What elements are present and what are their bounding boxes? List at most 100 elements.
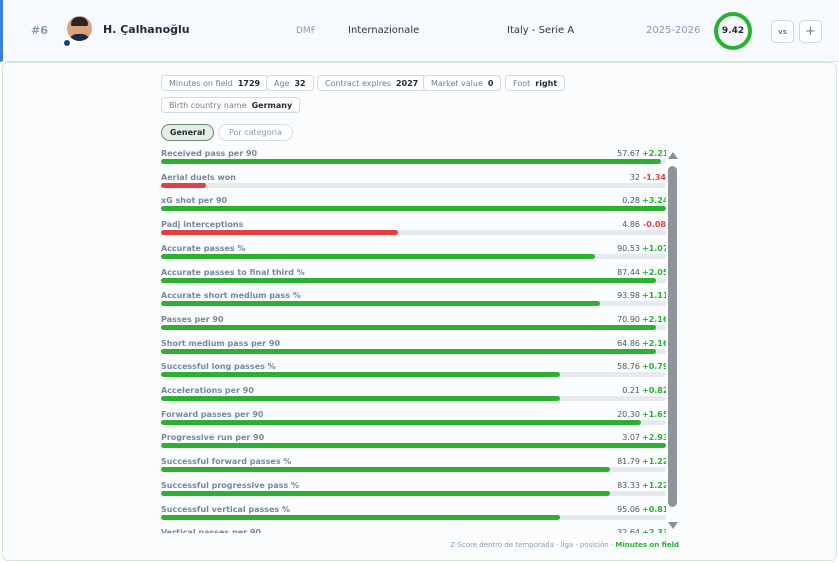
stat-value: 32 xyxy=(629,172,640,182)
rating-badge: 9.42 xyxy=(714,12,752,50)
stat-value: 57.67 xyxy=(617,149,640,158)
rank-label: #6 xyxy=(31,24,48,37)
chip-value: 0 xyxy=(487,78,494,88)
stat-value: 83.33 xyxy=(617,480,640,490)
stat-bar-fill xyxy=(161,159,661,164)
stat-zscore: -0.08 xyxy=(642,220,666,230)
player-position: DMF xyxy=(296,26,316,36)
stat-bar-fill xyxy=(161,419,641,425)
stat-bar-track xyxy=(161,159,666,164)
player-header-row[interactable]: #6 H. Çalhanoğlu DMF Internazionale Ital… xyxy=(0,0,839,62)
stat-row: Accurate passes % 90.53 +1.07 xyxy=(161,244,666,268)
chip-value: 2027 xyxy=(395,78,419,88)
stat-zscore: +2.16 xyxy=(642,314,666,324)
chip-label: Minutes on field xyxy=(169,78,233,88)
chip-label: Birth country name xyxy=(169,100,247,110)
stat-bar-track xyxy=(161,253,666,259)
stat-value: 64.86 xyxy=(617,338,640,348)
chip-label: Market value xyxy=(431,78,483,88)
stat-label: Short medium pass per 90 xyxy=(161,338,281,348)
player-team: Internazionale xyxy=(348,25,420,36)
stat-bar-track xyxy=(161,443,666,449)
stat-label: Padj interceptions xyxy=(161,220,244,230)
stat-zscore: +1.07 xyxy=(642,243,666,253)
tab-por-categoria[interactable]: Por categoria xyxy=(218,124,293,141)
stat-value: 0.28 xyxy=(622,196,640,206)
stat-value: 32.64 xyxy=(617,528,640,533)
tab-general[interactable]: General xyxy=(161,124,214,141)
chip-value: Germany xyxy=(251,100,293,110)
stat-value: 58.76 xyxy=(617,362,640,372)
stat-value: 87.44 xyxy=(617,267,640,277)
scroll-down-arrow-icon[interactable] xyxy=(668,522,678,529)
stat-label: Aerial duels won xyxy=(161,172,236,182)
stat-zscore: +2.93 xyxy=(642,433,666,443)
stat-bar-track xyxy=(161,514,666,520)
stat-row: Forward passes per 90 20.30 +1.65 xyxy=(161,410,666,434)
stat-bar-track xyxy=(161,277,666,283)
stat-bar-fill xyxy=(161,490,611,496)
stat-bar-fill xyxy=(161,467,611,473)
stat-bar-fill xyxy=(161,230,399,236)
compare-vs-button[interactable]: vs xyxy=(771,20,794,43)
stat-label: xG shot per 90 xyxy=(161,196,228,206)
stat-row: Received pass per 90 57.67 +2.21 xyxy=(161,149,666,173)
chip-value: 1729 xyxy=(237,78,261,88)
stat-bar-fill xyxy=(161,443,666,449)
scroll-up-arrow-icon[interactable] xyxy=(668,152,678,159)
stat-bar-track xyxy=(161,206,666,212)
stat-value: 90.53 xyxy=(617,243,640,253)
player-season: 2025-2026 xyxy=(646,25,701,36)
stat-label: Vertical passes per 90 xyxy=(161,528,261,533)
stat-row: Accurate passes to final third % 87.44 +2.… xyxy=(161,268,666,292)
chip-birth-country: Birth country name Germany xyxy=(161,97,301,113)
stat-bar-track xyxy=(161,230,666,236)
stat-bar-track xyxy=(161,396,666,401)
stat-bar-fill xyxy=(161,372,560,378)
stat-bar-track xyxy=(161,301,666,307)
stat-zscore: +0.79 xyxy=(642,362,666,372)
stat-bar-track xyxy=(161,419,666,425)
footnote-text: Z-Score dentro de temporada · liga · pos… xyxy=(450,541,616,549)
chip-age: Age 32 xyxy=(266,75,314,91)
stat-value: 0.21 xyxy=(622,386,640,395)
stat-value: 4.86 xyxy=(622,220,640,230)
stat-value: 3.07 xyxy=(622,433,640,443)
stat-bar-fill xyxy=(161,277,656,283)
stat-bar-fill xyxy=(161,182,207,188)
stat-row: xG shot per 90 0.28 +3.24 xyxy=(161,196,666,220)
add-player-button[interactable]: + xyxy=(799,20,822,43)
chip-contract: Contract expires 2027 xyxy=(317,75,427,91)
scrollbar-thumb[interactable] xyxy=(668,166,677,507)
club-badge-icon xyxy=(62,38,72,48)
stat-row: Accelerations per 90 0.21 +0.82 xyxy=(161,386,666,410)
chip-foot: Foot right xyxy=(505,75,566,91)
stat-label: Successful forward passes % xyxy=(161,457,292,467)
chip-label: Contract expires xyxy=(325,78,391,88)
stat-zscore: +0.82 xyxy=(642,386,666,395)
stat-value: 70.90 xyxy=(617,314,640,324)
player-league: Italy - Serie A xyxy=(507,25,575,36)
stat-zscore: +0.81 xyxy=(642,504,666,514)
stat-label: Successful progressive pass % xyxy=(161,480,299,490)
stat-value: 81.79 xyxy=(617,457,640,467)
stat-zscore: +2.05 xyxy=(642,267,666,277)
stat-bar-fill xyxy=(161,253,596,259)
stat-zscore: +2.21 xyxy=(642,149,666,158)
stat-label: Successful long passes % xyxy=(161,362,276,372)
stat-row: Progressive run per 90 3.07 +2.93 xyxy=(161,433,666,457)
stat-label: Successful vertical passes % xyxy=(161,504,291,514)
zscore-footnote: Z-Score dentro de temporada · liga · pos… xyxy=(450,541,679,549)
chip-label: Age xyxy=(274,78,290,88)
stats-list[interactable]: Received pass per 90 57.67 +2.21 Aerial due… xyxy=(161,149,666,533)
chip-value: 32 xyxy=(294,78,306,88)
stat-value: 20.30 xyxy=(617,409,640,419)
player-name[interactable]: H. Çalhanoğlu xyxy=(103,23,190,36)
stat-zscore: +1.65 xyxy=(642,409,666,419)
stat-zscore: +1.22 xyxy=(642,480,666,490)
stat-bar-fill xyxy=(161,206,666,212)
stat-label: Received pass per 90 xyxy=(161,149,258,158)
stat-row: Accurate short medium pass % 93.98 +1.11 xyxy=(161,291,666,315)
stat-row: Short medium pass per 90 64.86 +2.16 xyxy=(161,339,666,363)
stat-bar-fill xyxy=(161,396,560,401)
